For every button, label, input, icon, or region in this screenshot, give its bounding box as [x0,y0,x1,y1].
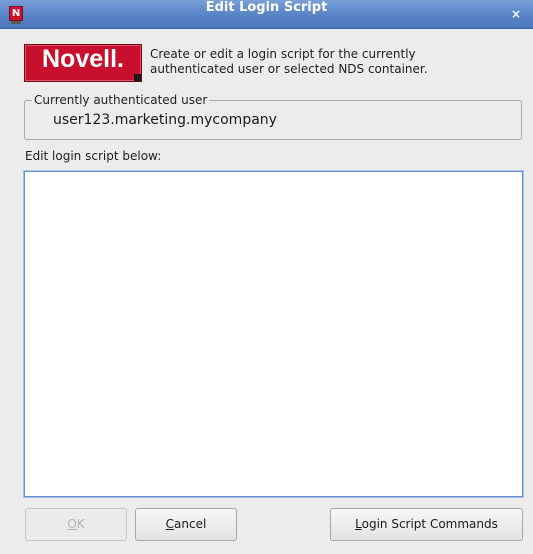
script-label: Edit login script below: [25,149,162,163]
login-script-editor[interactable] [23,170,524,498]
intro-text: Create or edit a login script for the cu… [150,47,510,77]
commands-label-rest: ogin Script Commands [361,517,498,531]
cancel-mnemonic: C [165,517,175,531]
cancel-button[interactable]: Cancel [135,508,237,541]
close-icon[interactable]: × [509,6,523,22]
intro-line-2: authenticated user or selected NDS conta… [150,62,428,76]
novell-logo-text: Novell. [42,45,124,73]
current-user-group: Currently authenticated user user123.mar… [24,93,522,140]
title-bar[interactable]: N Edit Login Script × [0,0,533,29]
ok-mnemonic: O [67,517,77,531]
login-script-commands-button[interactable]: Login Script Commands [330,508,523,541]
ok-button[interactable]: OK [25,508,127,541]
current-user-legend: Currently authenticated user [32,93,210,108]
intro-line-1: Create or edit a login script for the cu… [150,47,416,61]
novell-logo: Novell. [24,44,142,82]
cancel-label-rest: ancel [174,517,207,531]
ok-label-rest: K [76,517,85,531]
current-user-value: user123.marketing.mycompany [53,112,277,128]
window-title: Edit Login Script [205,0,328,15]
dialog-body: Novell. Create or edit a login script fo… [0,29,533,554]
logo-corner-mark [134,74,141,81]
